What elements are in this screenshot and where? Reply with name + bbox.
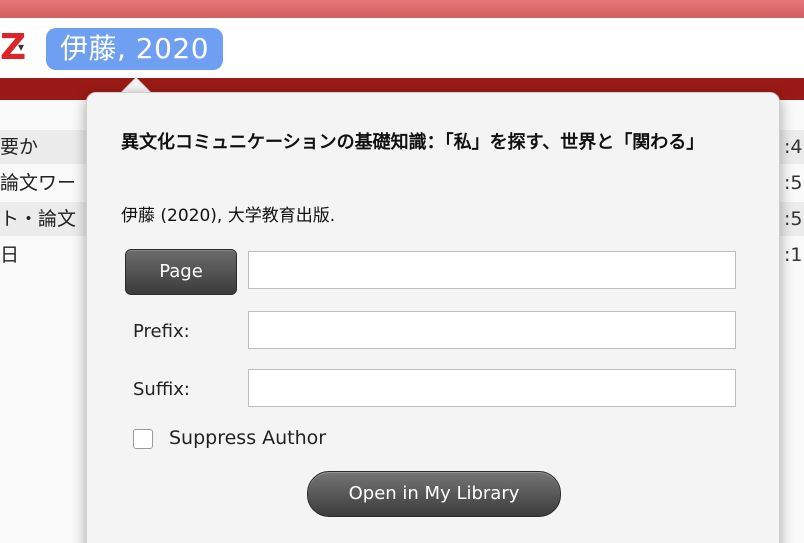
open-in-library-button[interactable]: Open in My Library [307,471,561,517]
suffix-label: Suffix: [133,379,190,400]
prefix-label: Prefix: [133,321,190,342]
locator-type-button[interactable]: Page [125,249,237,295]
quick-format-search-bar: Z ▾ 伊藤, 2020 [0,18,804,78]
list-item-title: 要か [0,136,39,158]
suppress-author-label[interactable]: Suppress Author [169,427,326,449]
citation-bubble[interactable]: 伊藤, 2020 [46,28,224,70]
list-item-title: 論文ワー [0,172,77,194]
item-citation: 伊藤 (2020), 大学教育出版. [121,206,336,226]
suffix-field[interactable] [248,369,736,407]
prefix-field[interactable] [248,311,736,349]
chevron-down-icon[interactable]: ▾ [18,40,24,54]
locator-input[interactable] [249,252,735,288]
list-item-title: 日 [0,244,20,266]
list-item-time: :5 [784,208,803,230]
list-item-time: :1 [784,244,803,266]
locator-field[interactable] [248,251,736,289]
prefix-input[interactable] [249,312,735,348]
suppress-author-checkbox[interactable] [133,429,153,449]
zotero-quick-format-window: Z ▾ 伊藤, 2020 要か :4 論文ワー :5 ト・論文 :5 日 :1 … [0,0,804,543]
list-item-time: :5 [784,172,803,194]
list-item-title: ト・論文 [0,208,77,230]
list-item-time: :4 [784,136,803,158]
suffix-input[interactable] [249,370,735,406]
item-title: 異文化コミュニケーションの基礎知識：「私」を探す、世界と「関わる」 [121,132,705,153]
top-title-strip [0,0,804,18]
citation-properties-popover: 異文化コミュニケーションの基礎知識：「私」を探す、世界と「関わる」 伊藤 (20… [86,92,780,543]
